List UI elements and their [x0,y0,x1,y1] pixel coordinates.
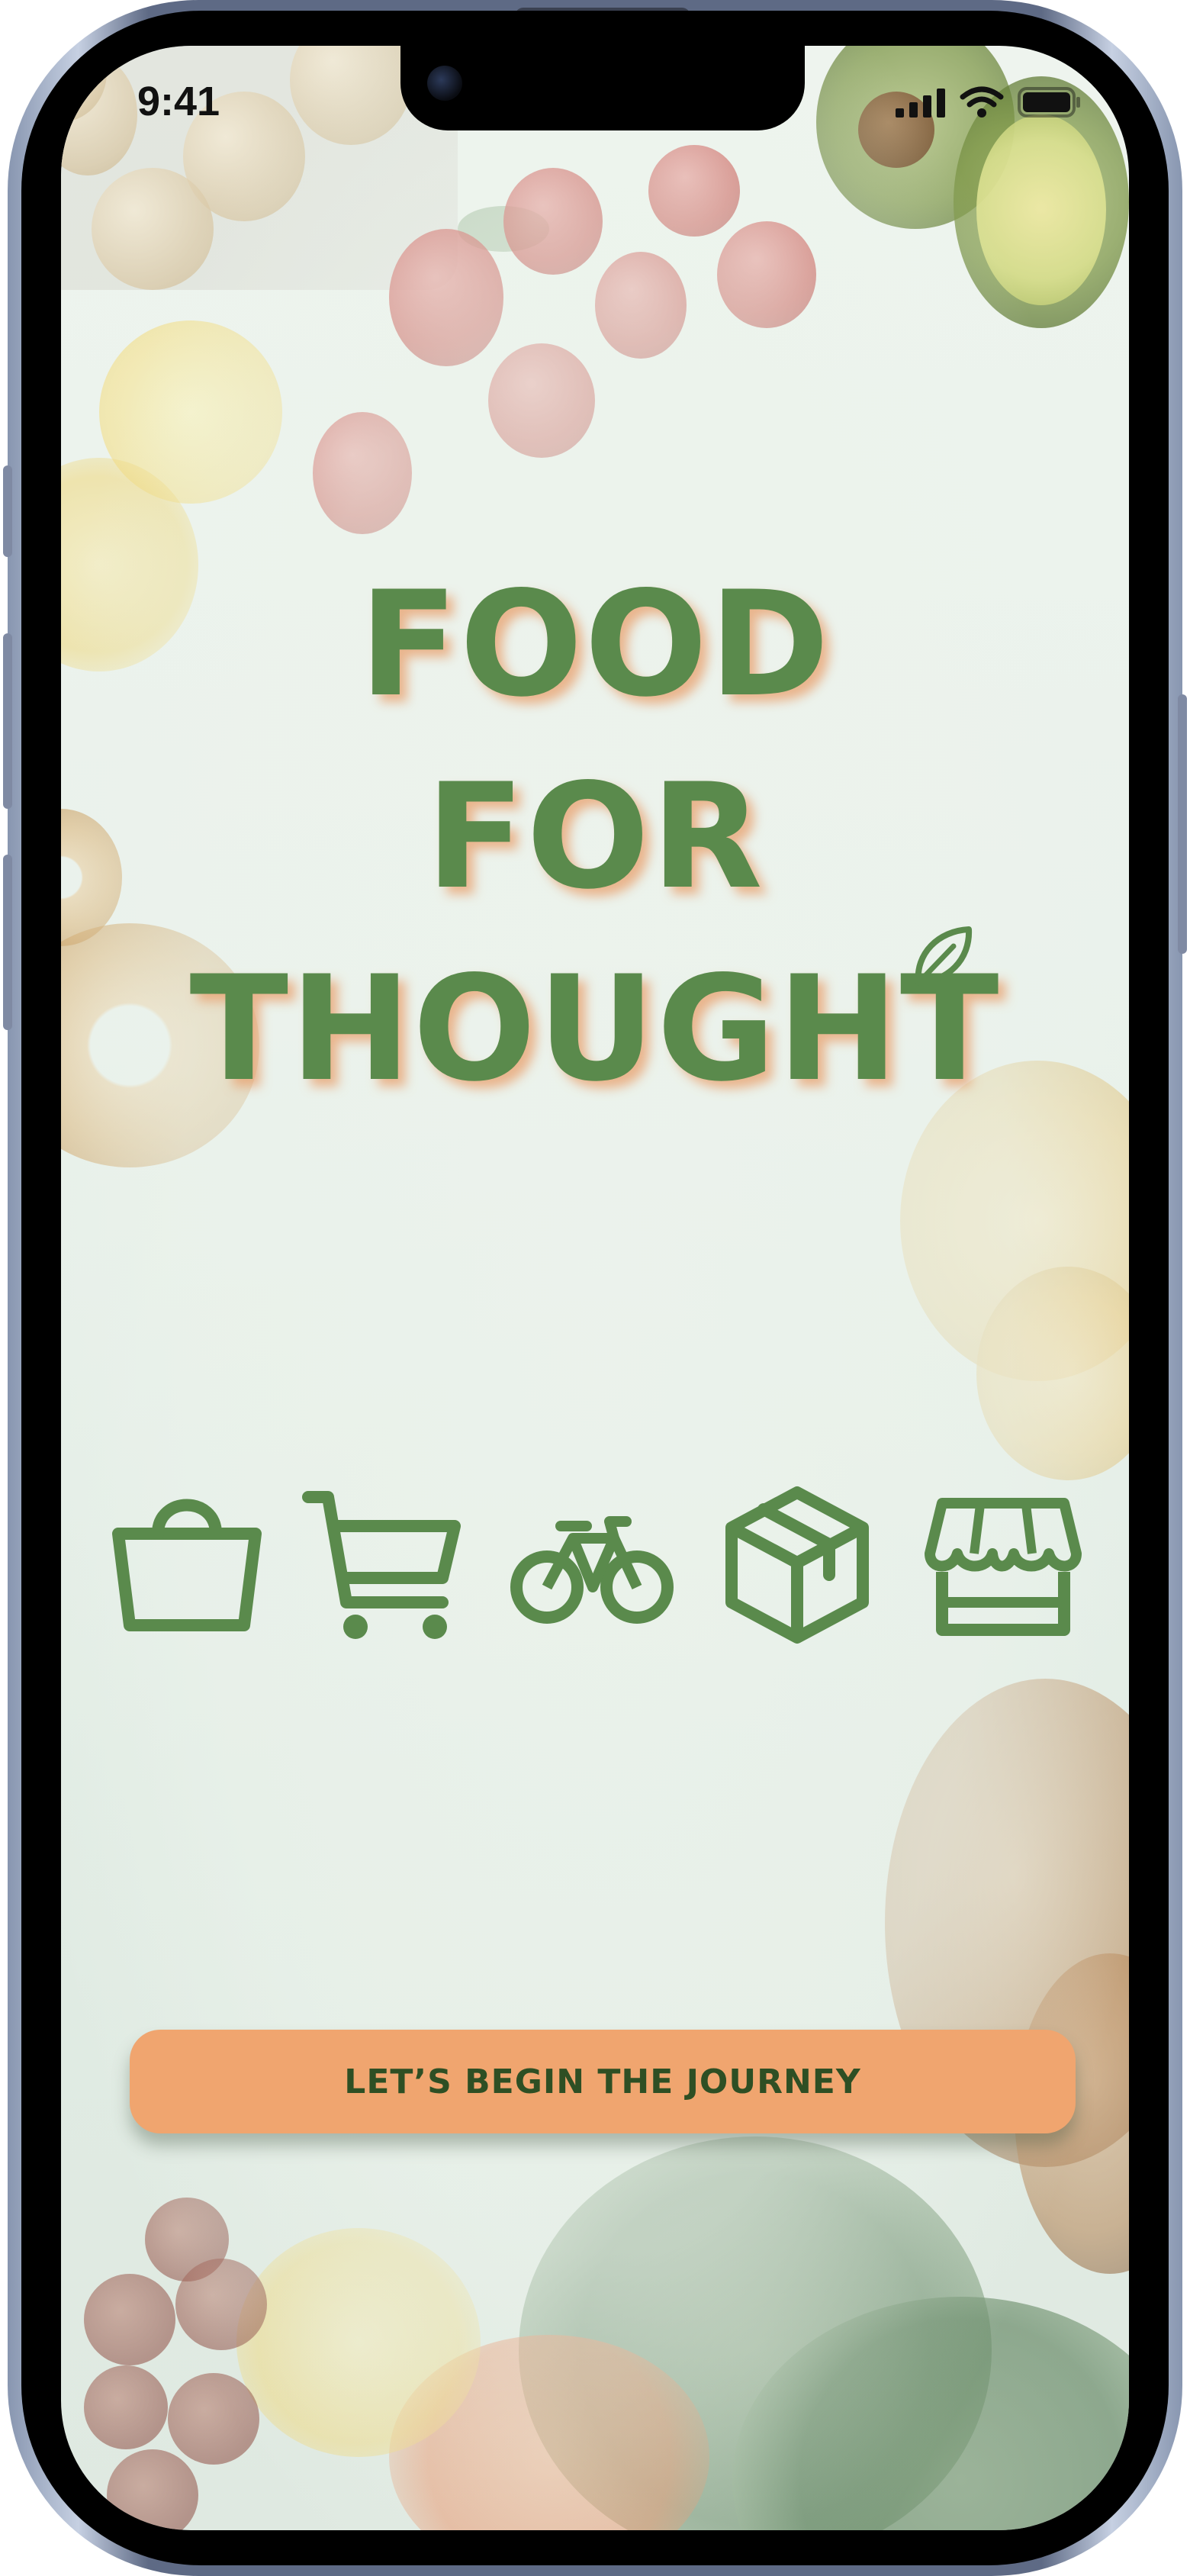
volume-down-button [3,855,12,1030]
status-icons [896,85,1082,119]
volume-up-button [3,633,12,809]
front-camera [427,66,462,101]
title-line-for: FOR [426,752,764,921]
wifi-icon [960,86,1004,118]
title-line-food: FOOD [359,560,831,729]
cellular-signal-icon [896,89,945,118]
silent-switch [3,465,12,557]
leaf-icon [915,926,973,986]
background-veil [61,46,1129,2530]
begin-journey-button[interactable]: LET’S BEGIN THE JOURNEY [130,2030,1076,2133]
package-box-icon [713,1480,881,1648]
shopping-bag-icon [103,1480,271,1648]
shopping-cart-icon [298,1480,465,1648]
begin-journey-label: LET’S BEGIN THE JOURNEY [344,2062,861,2101]
bicycle-icon [507,1480,675,1648]
app-screen: 9:41 FOOD FOR THOUGHT LET’S BEGIN THE JO… [61,46,1129,2530]
status-time: 9:41 [137,79,220,124]
power-button [1178,694,1187,954]
storefront-icon [919,1480,1087,1648]
battery-icon [1018,87,1080,118]
